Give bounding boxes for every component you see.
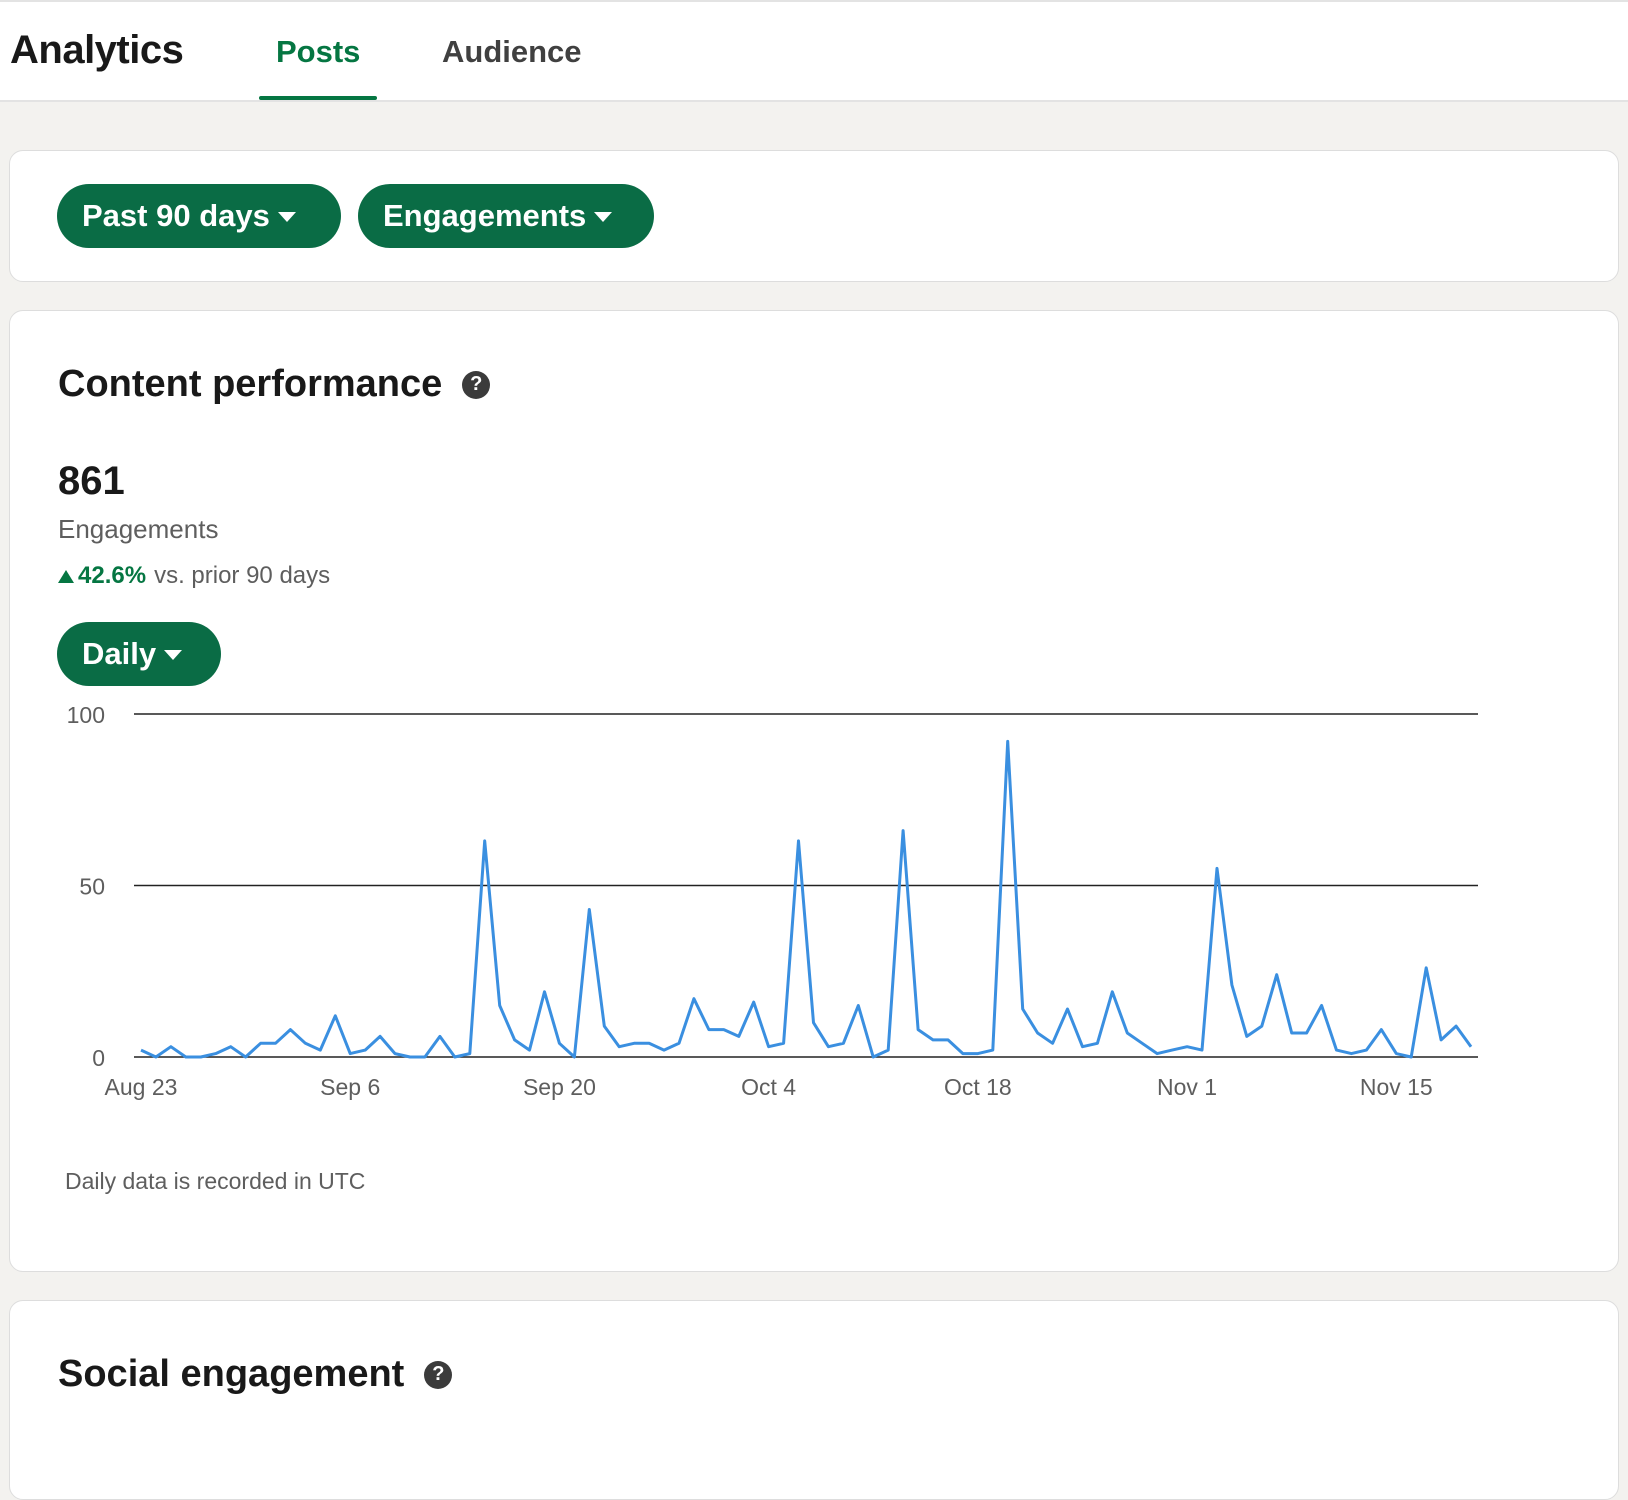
x-tick-label: Nov 15 xyxy=(1360,1074,1433,1100)
chart-footnote: Daily data is recorded in UTC xyxy=(65,1168,366,1194)
tab-audience[interactable]: Audience xyxy=(442,34,582,70)
active-tab-indicator xyxy=(259,96,377,100)
page-title: Analytics xyxy=(10,28,184,72)
caret-down-icon xyxy=(594,212,613,222)
engagements-line-chart[interactable]: 0 50 100 Aug 23 Sep 6 Sep 20 Oct 4 Oct 18 Nov 1 N… xyxy=(10,311,1618,1191)
caret-down-icon xyxy=(277,212,296,222)
metric-dropdown-label: Engagements xyxy=(383,198,587,233)
x-tick-label: Oct 18 xyxy=(944,1074,1012,1100)
date-range-label: Past 90 days xyxy=(82,198,270,233)
x-tick-label: Oct 4 xyxy=(741,1074,796,1100)
social-engagement-heading: Social engagement ? xyxy=(58,1353,453,1396)
x-tick-label: Nov 1 xyxy=(1157,1074,1217,1100)
y-tick-label: 100 xyxy=(67,702,105,728)
x-tick-label: Sep 6 xyxy=(320,1074,380,1100)
social-engagement-card: Social engagement ? xyxy=(9,1300,1619,1500)
section-title-text: Social engagement xyxy=(58,1353,405,1395)
tab-posts[interactable]: Posts xyxy=(276,34,360,70)
y-tick-label: 0 xyxy=(92,1045,105,1071)
metric-dropdown[interactable]: Engagements xyxy=(358,184,654,248)
question-circle-icon[interactable]: ? xyxy=(424,1360,453,1389)
y-tick-label: 50 xyxy=(79,874,105,900)
filter-card: Past 90 days Engagements xyxy=(9,150,1619,282)
series-line[interactable] xyxy=(140,739,1473,1059)
content-performance-card: Content performance ? 861 Engagements 42… xyxy=(9,310,1619,1272)
date-range-dropdown[interactable]: Past 90 days xyxy=(57,184,341,248)
top-nav-bar: Analytics Posts Audience xyxy=(0,0,1628,102)
x-tick-label: Aug 23 xyxy=(105,1074,178,1100)
x-tick-label: Sep 20 xyxy=(523,1074,596,1100)
